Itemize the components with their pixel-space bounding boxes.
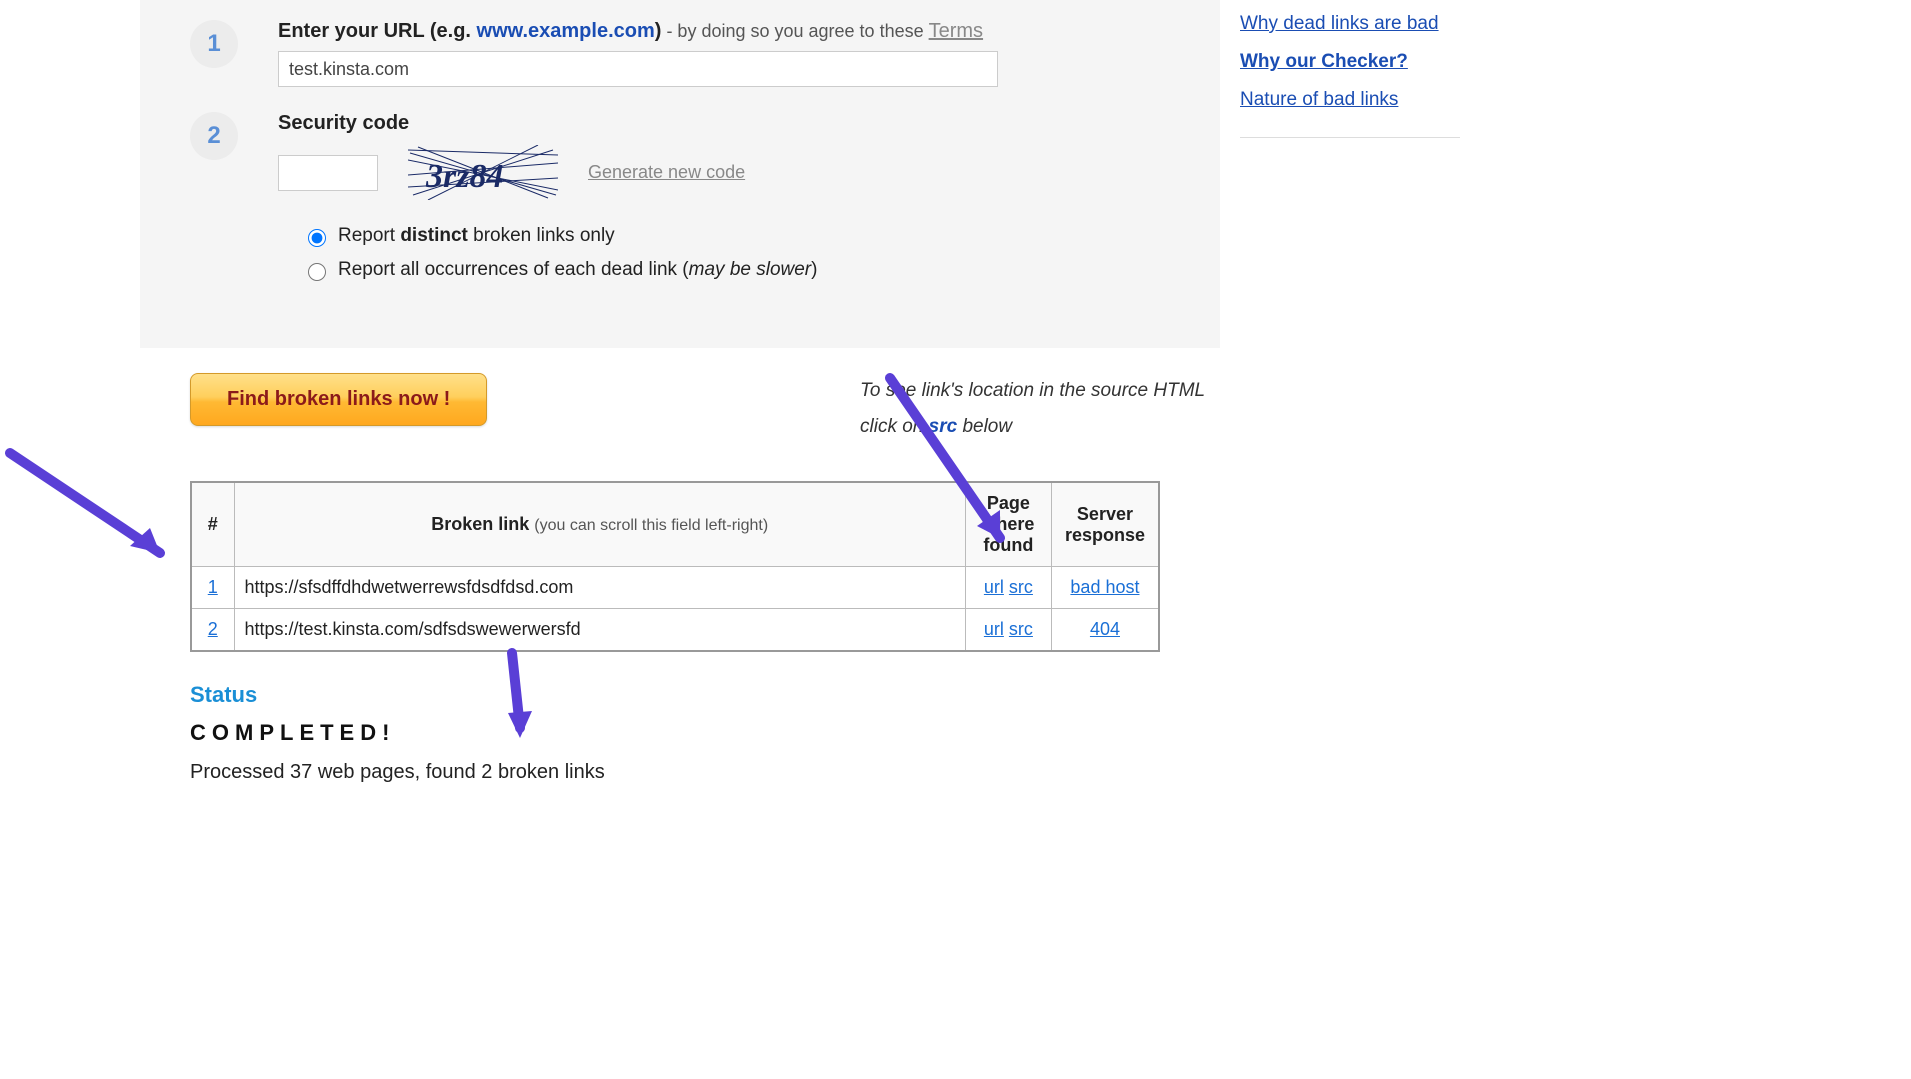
sidebar-link-why-our-checker[interactable]: Why our Checker?: [1240, 43, 1460, 81]
radio-distinct-post: broken links only: [468, 225, 615, 246]
th-resp-l2: response: [1060, 525, 1150, 546]
th-where-l3: found: [974, 535, 1043, 556]
row-src-link[interactable]: src: [1009, 577, 1033, 597]
table-row: 2 https://test.kinsta.com/sdfsdswewerwer…: [191, 609, 1159, 652]
generate-code-link[interactable]: Generate new code: [588, 162, 745, 183]
th-number: #: [191, 482, 234, 567]
radio-all-pre: Report all occurrences of each dead link…: [338, 259, 689, 280]
table-row: 1 https://sfsdffdhdwetwerrewsfdsdfdsd.co…: [191, 567, 1159, 609]
hint-line-1: To see link's location in the source HTM…: [860, 373, 1205, 409]
hint-line-2-pre: click on: [860, 416, 929, 437]
th-where-l1: Page: [974, 493, 1043, 514]
row-src-link[interactable]: src: [1009, 619, 1033, 639]
row-response-link[interactable]: 404: [1090, 619, 1120, 639]
row-number-link[interactable]: 2: [208, 619, 218, 639]
th-broken-link-main: Broken link: [431, 514, 529, 534]
step-1-sub: - by doing so you agree to these: [661, 21, 928, 41]
row-number-link[interactable]: 1: [208, 577, 218, 597]
radio-distinct-input[interactable]: [308, 229, 326, 247]
th-where-l2: where: [974, 514, 1043, 535]
th-broken-link: Broken link (you can scroll this field l…: [234, 482, 965, 567]
th-server-response: Server response: [1051, 482, 1159, 567]
url-input[interactable]: [278, 51, 998, 87]
sidebar-link-why-dead-links[interactable]: Why dead links are bad: [1240, 5, 1460, 43]
row-broken-link: https://sfsdffdhdwetwerrewsfdsdfdsd.com: [234, 567, 965, 609]
step-2: 2 Security code: [190, 112, 1170, 293]
security-code-input[interactable]: [278, 155, 378, 191]
find-broken-links-button[interactable]: Find broken links now !: [190, 373, 487, 426]
status-title: Status: [190, 682, 1170, 708]
results-area: Find broken links now ! To see link's lo…: [140, 348, 1220, 824]
terms-link[interactable]: Terms: [929, 20, 983, 42]
th-resp-l1: Server: [1060, 504, 1150, 525]
results-table: # Broken link (you can scroll this field…: [190, 481, 1160, 652]
th-broken-link-sub: (you can scroll this field left-right): [534, 517, 768, 534]
form-panel: 1 Enter your URL (e.g. www.example.com) …: [140, 0, 1220, 348]
step-1-badge: 1: [190, 20, 238, 68]
captcha-text: 3rz84: [425, 158, 503, 195]
row-url-link[interactable]: url: [984, 619, 1004, 639]
step-2-label: Security code: [278, 112, 409, 134]
hint-text: To see link's location in the source HTM…: [860, 373, 1205, 445]
radio-all[interactable]: Report all occurrences of each dead link…: [303, 259, 1170, 281]
step-1-heading: Enter your URL (e.g. www.example.com) - …: [278, 20, 1170, 43]
annotation-arrow-icon: [0, 443, 210, 578]
captcha-image: 3rz84: [408, 145, 558, 200]
step-2-badge: 2: [190, 112, 238, 160]
hint-line-2-post: below: [957, 416, 1012, 437]
row-response-link[interactable]: bad host: [1070, 577, 1139, 597]
status-block: Status COMPLETED! Processed 37 web pages…: [190, 682, 1170, 784]
step-2-heading: Security code: [278, 112, 1170, 135]
th-page-where-found: Page where found: [965, 482, 1051, 567]
radio-distinct-pre: Report: [338, 225, 400, 246]
sidebar-divider: [1240, 137, 1460, 138]
sidebar-link-nature-of-bad-links[interactable]: Nature of bad links: [1240, 81, 1460, 119]
step-1-label-pre: Enter your URL (e.g.: [278, 20, 477, 42]
step-1-label-eg: www.example.com: [477, 20, 655, 42]
radio-distinct-bold: distinct: [400, 225, 468, 246]
step-1: 1 Enter your URL (e.g. www.example.com) …: [190, 20, 1170, 87]
radio-all-post: ): [811, 259, 817, 280]
radio-all-em: may be slower: [689, 259, 812, 280]
radio-distinct[interactable]: Report distinct broken links only: [303, 225, 1170, 247]
status-completed: COMPLETED!: [190, 720, 1170, 746]
sidebar: Why dead links are bad Why our Checker? …: [1240, 0, 1460, 824]
hint-line-2-src: src: [929, 416, 958, 437]
row-url-link[interactable]: url: [984, 577, 1004, 597]
radio-all-input[interactable]: [308, 263, 326, 281]
row-broken-link: https://test.kinsta.com/sdfsdswewerwersf…: [234, 609, 965, 652]
report-mode-group: Report distinct broken links only Report…: [303, 225, 1170, 281]
status-summary: Processed 37 web pages, found 2 broken l…: [190, 761, 1170, 784]
